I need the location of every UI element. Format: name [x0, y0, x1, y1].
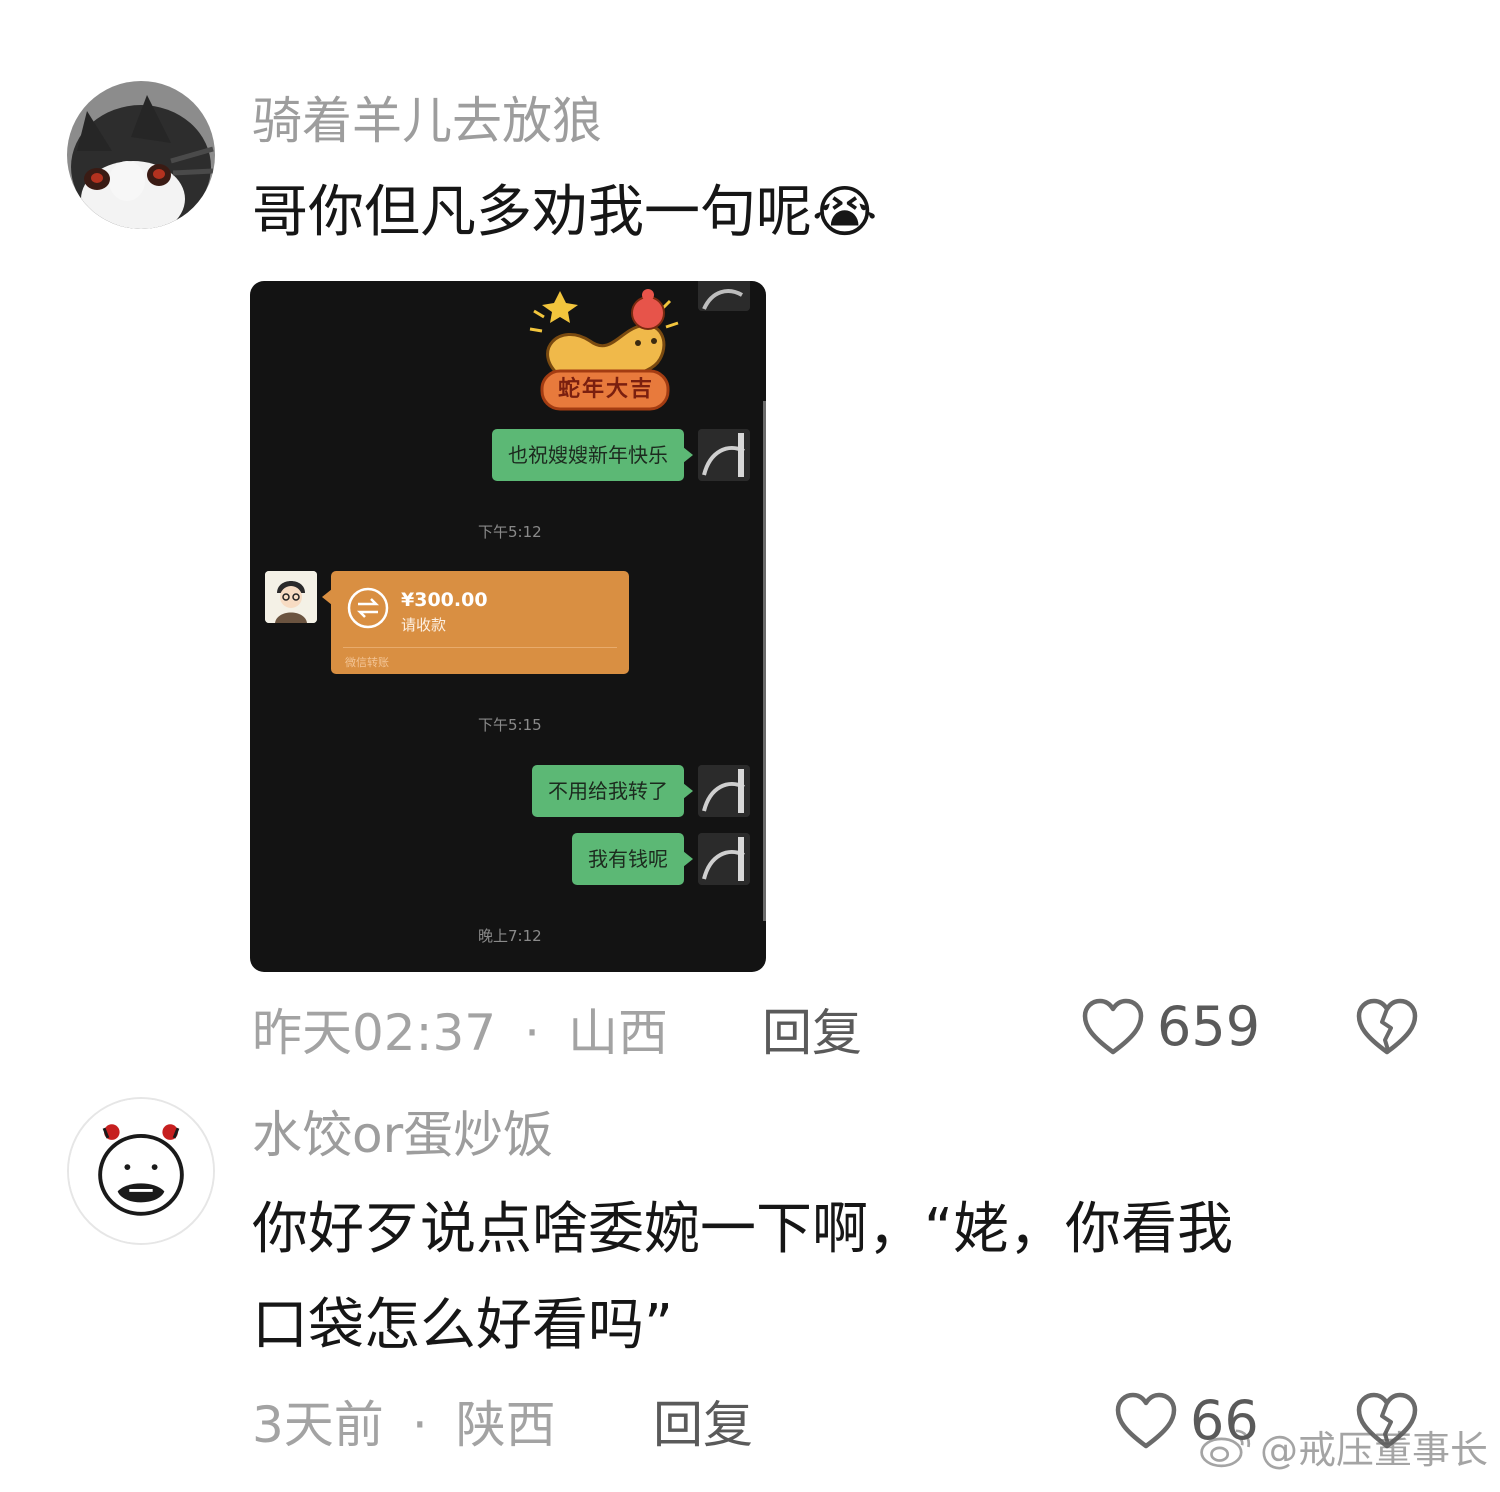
exchange-arrows-icon [347, 587, 389, 629]
comment-1-username[interactable]: 骑着羊儿去放狼 [252, 96, 602, 146]
transfer-amount: ¥300.00 [401, 589, 488, 611]
sent-message-bubble: 不用给我转了 [532, 765, 693, 817]
comment-2-reply-button[interactable]: 回复 [653, 1400, 753, 1450]
comment-1-text-line: 哥你但凡多劝我一句呢😭 [252, 180, 878, 245]
transfer-footer: 微信转账 [345, 656, 389, 669]
comment-2-avatar[interactable] [67, 1097, 215, 1245]
comment-1-dislike-button[interactable] [1355, 998, 1419, 1056]
sent-message-bubble: 也祝嫂嫂新年快乐 [492, 429, 693, 481]
comment-1-avatar[interactable] [67, 81, 215, 229]
sender-avatar [698, 833, 750, 885]
comment-1-like-count: 659 [1157, 995, 1261, 1058]
comment-2-username[interactable]: 水饺or蛋炒饭 [252, 1110, 553, 1160]
heart-icon [1115, 1392, 1177, 1449]
comment-2-location: 陕西 [455, 1396, 556, 1454]
comment-1-location: 山西 [568, 1004, 668, 1062]
transfer-icon [347, 587, 389, 629]
dark-avatar-art [698, 833, 750, 885]
comment-1-time: 昨天02:37 [252, 1004, 497, 1062]
transfer-subtitle: 请收款 [401, 616, 447, 634]
comment-1-like-button[interactable]: 659 [1081, 998, 1260, 1056]
doodle-face-avatar-image [69, 1099, 213, 1243]
meta-separator: · [524, 1004, 540, 1062]
comment-1-meta: 昨天02:37 · 山西 [252, 1008, 668, 1058]
transfer-card[interactable]: ¥300.00 请收款 微信转账 [322, 571, 629, 674]
chat-timestamp: 下午5:15 [478, 716, 542, 734]
meta-separator: · [411, 1396, 428, 1454]
receiver-avatar [265, 571, 317, 623]
comment-2-meta: 3天前 · 陕西 [252, 1400, 556, 1450]
dark-avatar-art [698, 281, 750, 311]
snake-new-year-sticker: 蛇年大吉 [520, 281, 690, 416]
chat-timestamp: 晚上7:12 [478, 927, 542, 945]
sender-avatar [698, 429, 750, 481]
comment-2-time: 3天前 [252, 1396, 384, 1454]
sent-message-bubble: 我有钱呢 [572, 833, 693, 885]
cartoon-avatar-art [265, 571, 317, 623]
dark-avatar-art [698, 429, 750, 481]
sender-avatar [698, 765, 750, 817]
comment-2-text-line: 你好歹说点啥委婉一下啊，“姥，你看我 [252, 1197, 1234, 1262]
chat-timestamp: 下午5:12 [478, 523, 542, 541]
sender-avatar [698, 281, 750, 311]
comment-2-text-line: 口袋怎么好看吗” [252, 1293, 674, 1358]
comment-1-text: 哥你但凡多劝我一句呢😭 [252, 165, 877, 261]
watermark-text: @戒压董事长 [1259, 1428, 1488, 1472]
chat-scrollbar [763, 401, 766, 921]
dark-avatar-art [698, 765, 750, 817]
broken-heart-icon [1356, 998, 1418, 1055]
cat-avatar-image [67, 81, 215, 229]
comment-1-attached-image[interactable]: 蛇年大吉 也祝嫂嫂新年快乐 下午5:12 ¥300.00 请收款 微信转账 下午… [250, 281, 766, 972]
comment-1-reply-button[interactable]: 回复 [762, 1008, 862, 1058]
sticker-caption: 蛇年大吉 [558, 377, 655, 402]
comment-2-text: 你好歹说点啥委婉一下啊，“姥，你看我 口袋怎么好看吗” [252, 1182, 1233, 1374]
weibo-watermark: @戒压董事长 [1198, 1419, 1488, 1474]
weibo-icon [1200, 1428, 1251, 1467]
transfer-divider [343, 647, 617, 648]
heart-icon [1082, 998, 1144, 1055]
